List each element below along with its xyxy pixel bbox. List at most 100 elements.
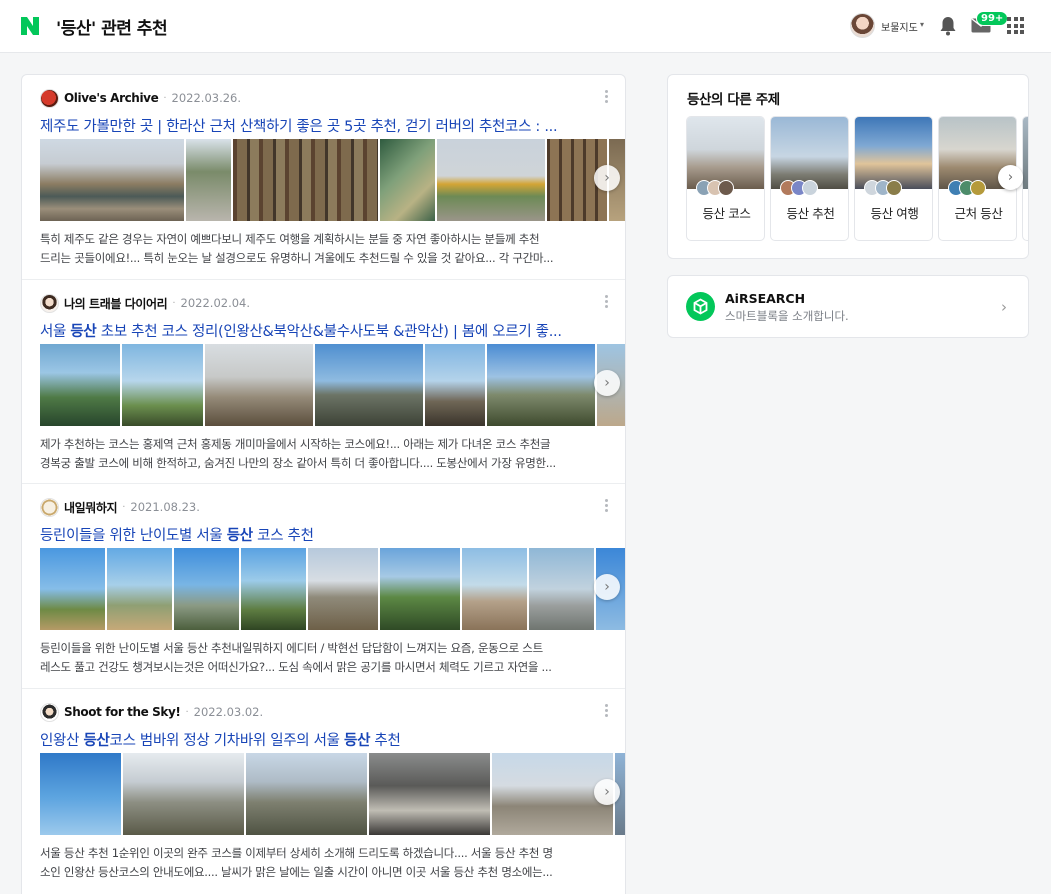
chevron-right-icon[interactable]: › bbox=[594, 779, 620, 805]
post-title[interactable]: 서울 등산 초보 추천 코스 정리(인왕산&북악산&불수사도북 &관악산) | … bbox=[40, 320, 600, 341]
post-image[interactable] bbox=[246, 753, 367, 835]
post-image[interactable] bbox=[529, 548, 594, 630]
post-image[interactable] bbox=[174, 548, 239, 630]
more-options-icon[interactable] bbox=[605, 499, 609, 513]
snippet-line: 드리는 곳들이에요!... 특히 눈오는 날 설경으로도 유명하니 겨울에도 추… bbox=[40, 251, 554, 265]
post-image[interactable] bbox=[205, 344, 313, 426]
post-image[interactable] bbox=[123, 753, 244, 835]
post-image[interactable] bbox=[233, 139, 378, 221]
post-image[interactable] bbox=[380, 139, 435, 221]
topic-card[interactable]: 등산 여행 bbox=[854, 116, 933, 241]
chevron-right-icon[interactable]: › bbox=[594, 370, 620, 396]
caret-down-icon[interactable]: ▾ bbox=[920, 20, 924, 29]
user-avatar[interactable] bbox=[850, 13, 875, 38]
snippet-line: 서울 등산 추천 1순위인 이곳의 완주 코스를 이제부터 상세히 소개해 드리… bbox=[40, 846, 553, 860]
topic-label: 등산 추천 bbox=[786, 206, 835, 221]
topic-avatars bbox=[696, 180, 734, 196]
author-name[interactable]: Olive's Archive bbox=[64, 91, 159, 105]
topic-label: 근처 등산 bbox=[954, 206, 1003, 221]
post-image[interactable] bbox=[241, 548, 306, 630]
apps-grid-icon[interactable] bbox=[1007, 17, 1024, 34]
topic-image bbox=[687, 117, 764, 189]
post-image[interactable] bbox=[369, 753, 490, 835]
post-image[interactable] bbox=[107, 548, 172, 630]
post-image[interactable] bbox=[186, 139, 231, 221]
post-snippet: 제가 추천하는 코스는 홍제역 근처 홍제동 개미마을에서 시작하는 코스에요!… bbox=[40, 435, 608, 473]
more-options-icon[interactable] bbox=[605, 295, 609, 309]
related-topics-card: 등산의 다른 주제 등산 코스 등산 추천 등산 여행 근처 등산 › bbox=[667, 74, 1029, 259]
airsearch-title: AiRSEARCH bbox=[725, 291, 806, 306]
post-image[interactable] bbox=[40, 548, 105, 630]
related-topics-title: 등산의 다른 주제 bbox=[687, 92, 780, 108]
post-image[interactable] bbox=[308, 548, 378, 630]
title-part: 등린이들을 위한 난이도별 서울 bbox=[40, 528, 227, 544]
separator-dot: · bbox=[163, 92, 167, 104]
author-name[interactable]: 내일뭐하지 bbox=[64, 499, 118, 516]
post-image[interactable] bbox=[380, 548, 460, 630]
post-image[interactable] bbox=[487, 344, 595, 426]
image-strip[interactable] bbox=[40, 139, 625, 221]
post-image[interactable] bbox=[462, 548, 527, 630]
title-part: 코스 추천 bbox=[252, 528, 314, 544]
post-image[interactable] bbox=[122, 344, 203, 426]
author-avatar[interactable] bbox=[40, 293, 59, 313]
separator-dot: · bbox=[122, 501, 126, 513]
author-name[interactable]: Shoot for the Sky! bbox=[64, 705, 181, 719]
post-title[interactable]: 등린이들을 위한 난이도별 서울 등산 코스 추천 bbox=[40, 524, 600, 545]
author-name[interactable]: 나의 트래블 다이어리 bbox=[64, 295, 168, 312]
image-strip[interactable] bbox=[40, 548, 625, 630]
chevron-right-icon[interactable]: › bbox=[594, 574, 620, 600]
post-title[interactable]: 제주도 가볼만한 곳 | 한라산 근처 산책하기 좋은 곳 5곳 추천, 걷기 … bbox=[40, 115, 600, 136]
title-keyword: 등산 bbox=[70, 324, 97, 340]
post-image[interactable] bbox=[315, 344, 423, 426]
separator-dot: · bbox=[172, 297, 176, 309]
title-part: 코스 범바위 정상 기차바위 일주의 서울 bbox=[109, 733, 345, 749]
post-image[interactable] bbox=[40, 344, 120, 426]
post-image[interactable] bbox=[437, 139, 545, 221]
image-strip[interactable] bbox=[40, 344, 625, 426]
snippet-line: 등린이들을 위한 난이도별 서울 등산 추천내일뭐하지 에디터 / 박현선 답답… bbox=[40, 641, 543, 655]
airsearch-subtitle: 스마트블록을 소개합니다. bbox=[725, 309, 849, 323]
chevron-right-icon[interactable]: › bbox=[594, 165, 620, 191]
title-part: 추천 bbox=[370, 733, 401, 749]
post-snippet: 등린이들을 위한 난이도별 서울 등산 추천내일뭐하지 에디터 / 박현선 답답… bbox=[40, 639, 608, 677]
title-keyword: 등산 bbox=[344, 733, 371, 749]
topic-card[interactable]: 등산 추천 bbox=[770, 116, 849, 241]
airsearch-logo-icon bbox=[686, 292, 715, 321]
list-item: Shoot for the Sky! · 2022.03.02. 인왕산 등산코… bbox=[22, 689, 625, 894]
mail-count-badge: 99+ bbox=[976, 11, 1009, 26]
recommendation-list: Olive's Archive · 2022.03.26. 제주도 가볼만한 곳… bbox=[21, 74, 626, 894]
snippet-line: 경복궁 출발 코스에 비해 한적하고, 숨겨진 나만의 장소 같아서 특히 더 … bbox=[40, 456, 556, 470]
post-title[interactable]: 인왕산 등산코스 범바위 정상 기차바위 일주의 서울 등산 추천 bbox=[40, 729, 600, 750]
post-image[interactable] bbox=[425, 344, 485, 426]
snippet-line: 레스도 풀고 건강도 챙겨보시는것은 어떠신가요?... 도심 속에서 맑은 공… bbox=[40, 660, 552, 674]
author-avatar[interactable] bbox=[40, 497, 59, 517]
title-keyword: 등산 bbox=[83, 733, 110, 749]
image-strip[interactable] bbox=[40, 753, 625, 835]
author-avatar[interactable] bbox=[40, 702, 59, 722]
post-author-row: 내일뭐하지 · 2021.08.23. bbox=[40, 497, 200, 517]
more-options-icon[interactable] bbox=[605, 90, 609, 104]
author-avatar[interactable] bbox=[40, 88, 59, 108]
title-part: 서울 bbox=[40, 324, 71, 340]
post-image[interactable] bbox=[40, 139, 184, 221]
chevron-right-icon[interactable]: › bbox=[998, 165, 1023, 190]
topic-label: 등산 코스 bbox=[702, 206, 751, 221]
naver-logo-icon[interactable] bbox=[19, 15, 41, 37]
title-part: 인왕산 bbox=[40, 733, 84, 749]
username-label[interactable]: 보물지도 bbox=[881, 19, 918, 34]
post-date: 2022.02.04. bbox=[180, 296, 251, 310]
post-author-row: Olive's Archive · 2022.03.26. bbox=[40, 88, 241, 108]
chevron-right-icon[interactable]: › bbox=[1001, 298, 1007, 316]
topic-card[interactable]: 등산 코스 bbox=[686, 116, 765, 241]
top-header: '등산' 관련 추천 보물지도 ▾ 99+ bbox=[0, 0, 1051, 53]
post-image[interactable] bbox=[40, 753, 121, 835]
more-options-icon[interactable] bbox=[605, 704, 609, 718]
list-item: 내일뭐하지 · 2021.08.23. 등린이들을 위한 난이도별 서울 등산 … bbox=[22, 484, 625, 689]
snippet-line: 소인 인왕산 등산코스의 안내도에요.... 날씨가 맑은 날에는 일출 시간이… bbox=[40, 865, 553, 879]
airsearch-card[interactable]: AiRSEARCH 스마트블록을 소개합니다. › bbox=[667, 275, 1029, 338]
bell-icon[interactable] bbox=[939, 16, 957, 36]
topic-card[interactable] bbox=[1022, 116, 1028, 241]
topic-label: 등산 여행 bbox=[870, 206, 919, 221]
list-item: 나의 트래블 다이어리 · 2022.02.04. 서울 등산 초보 추천 코스… bbox=[22, 280, 625, 484]
